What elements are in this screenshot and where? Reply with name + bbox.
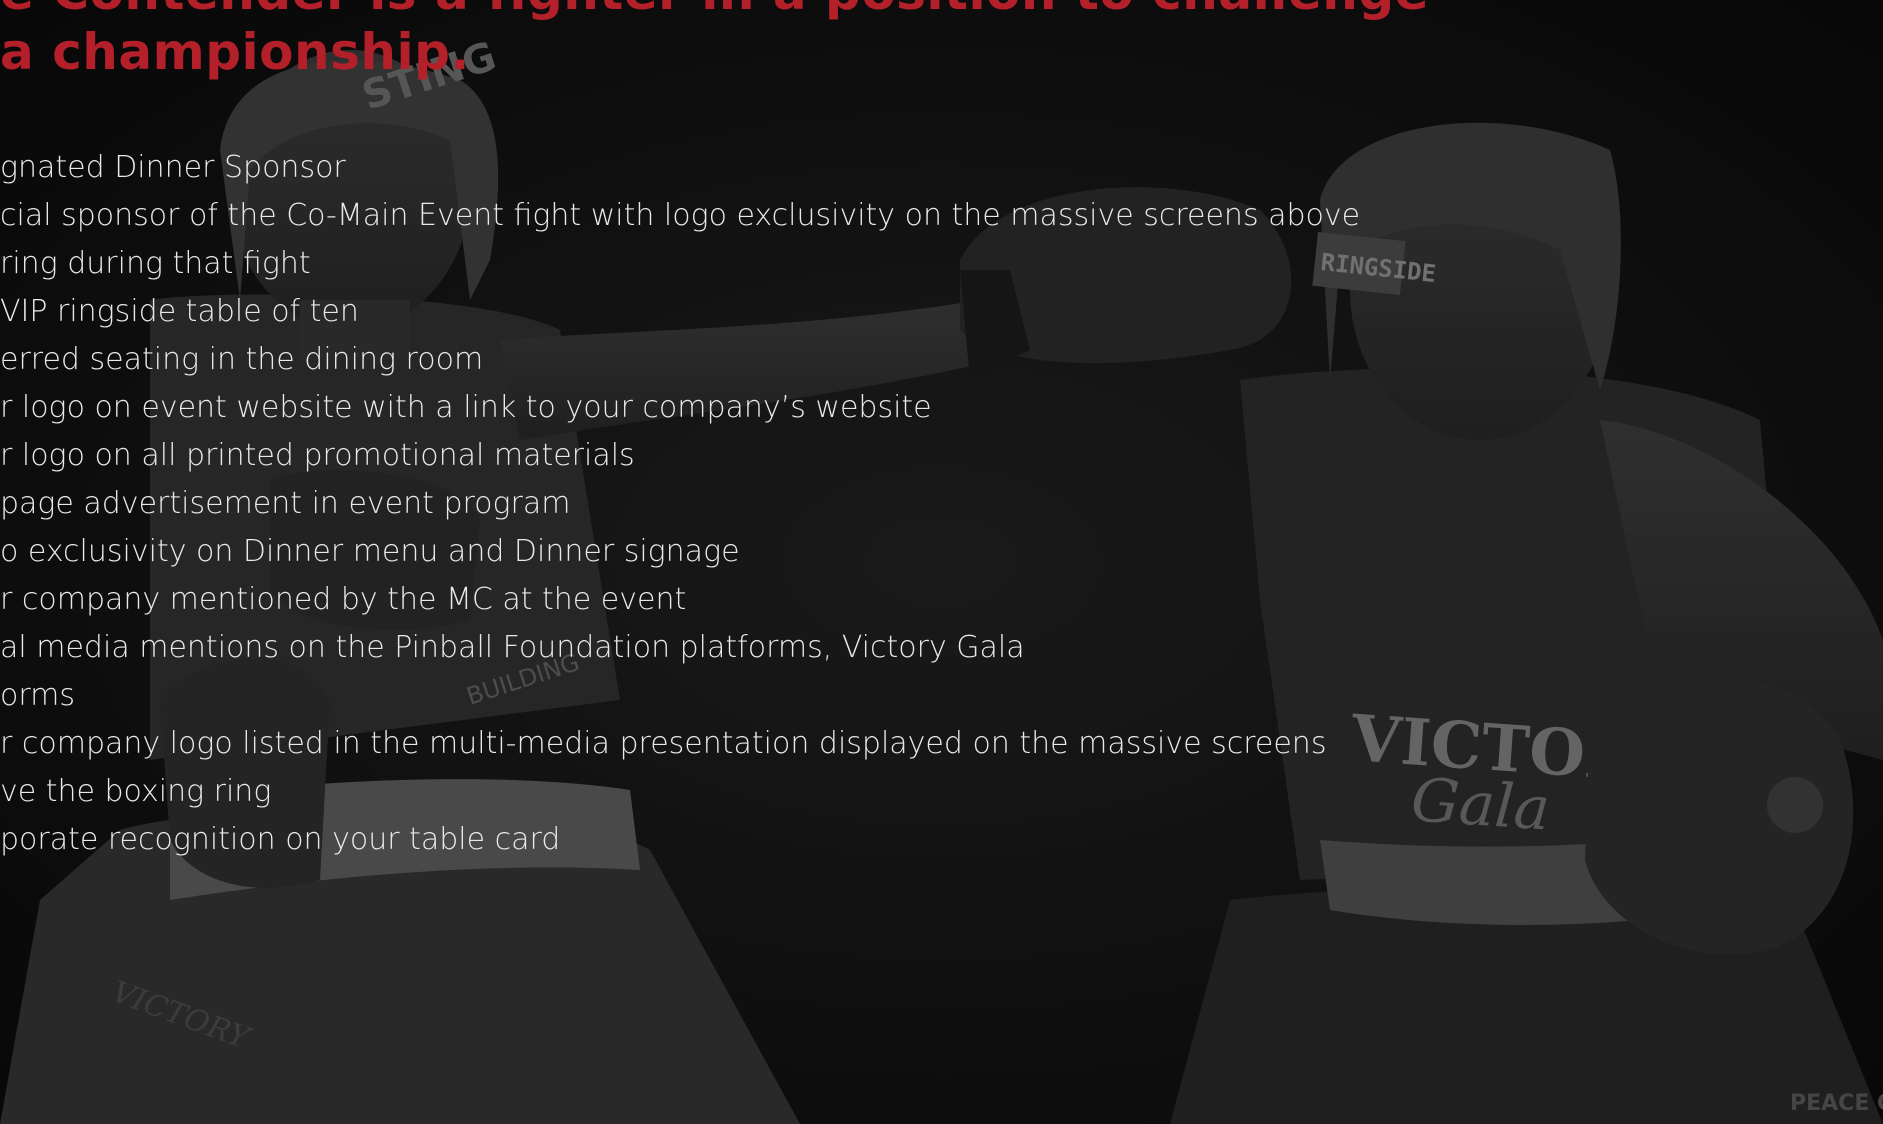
slide-heading: e Contender is a fighter in a position t… — [0, 0, 1429, 82]
heading-line-1: e Contender is a fighter in a position t… — [0, 0, 1429, 22]
benefit-item: VIP ringside table of ten — [0, 294, 359, 329]
benefit-item: r logo on event website with a link to y… — [0, 390, 932, 425]
benefits-list: gnated Dinner Sponsor cial sponsor of th… — [0, 144, 1360, 864]
sponsor-slide: STING BUILDING VICTORY RINGSIDE VICTORY … — [0, 0, 1883, 1124]
benefit-item: page advertisement in event program — [0, 486, 571, 521]
benefit-item: erred seating in the dining room — [0, 342, 484, 377]
benefit-item: ve the boxing ring — [0, 774, 272, 809]
benefit-item: orms — [0, 678, 76, 713]
benefit-item: al media mentions on the Pinball Foundat… — [0, 630, 1025, 665]
benefit-item: o exclusivity on Dinner menu and Dinner … — [0, 534, 740, 569]
benefit-item: gnated Dinner Sponsor — [0, 150, 346, 185]
heading-line-2: a championship. — [0, 23, 470, 81]
benefit-item: r company logo listed in the multi-media… — [0, 726, 1327, 761]
benefit-item: r logo on all printed promotional materi… — [0, 438, 635, 473]
benefit-item: ring during that fight — [0, 246, 311, 281]
benefit-item: cial sponsor of the Co-Main Event fight … — [0, 198, 1361, 233]
benefit-item: porate recognition on your table card — [0, 822, 561, 857]
benefit-item: r company mentioned by the MC at the eve… — [0, 582, 687, 617]
